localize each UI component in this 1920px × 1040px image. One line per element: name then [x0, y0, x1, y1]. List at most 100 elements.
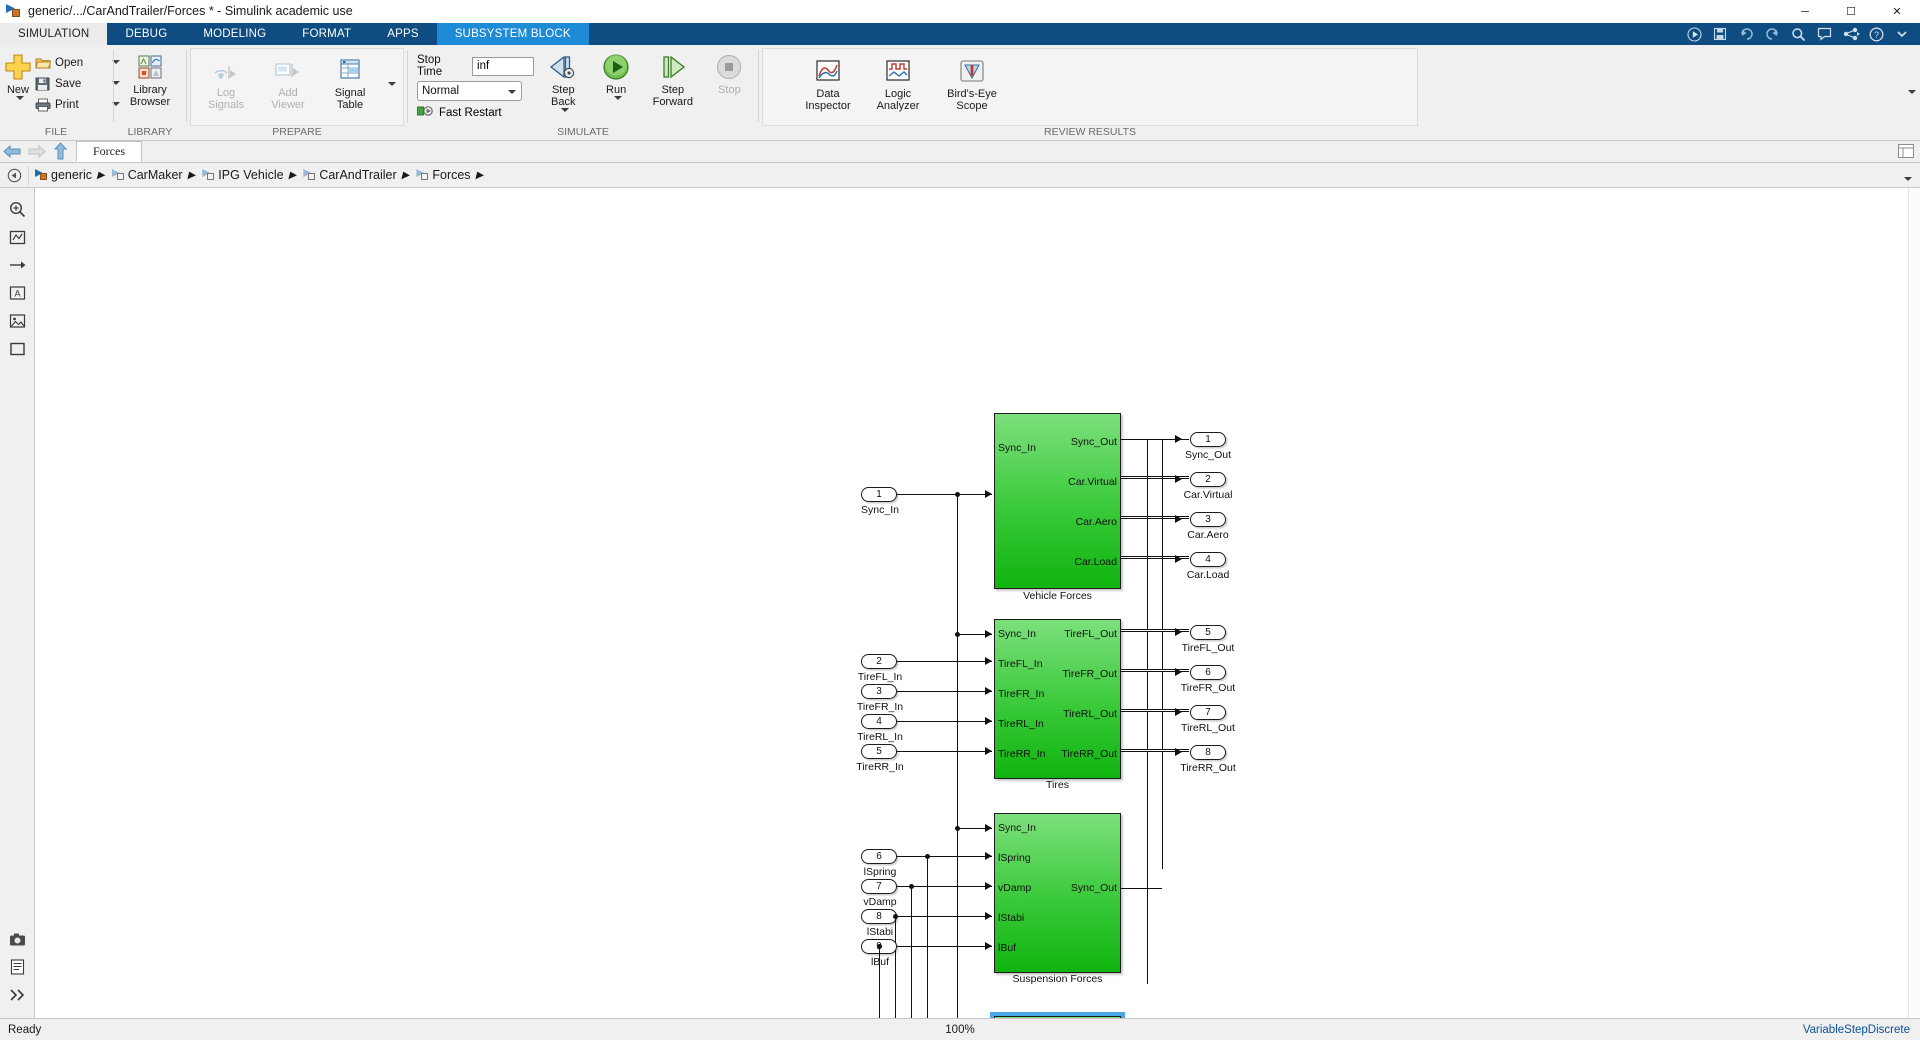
wire-arrow — [1175, 748, 1182, 756]
simulation-mode-caret-icon[interactable] — [508, 90, 516, 94]
expand-palette-icon[interactable] — [5, 982, 31, 1008]
breadcrumb-item-carandtrailer[interactable]: CarAndTrailer ▶ — [303, 168, 416, 182]
step-back-caret-icon[interactable] — [560, 108, 569, 112]
layout-options-icon[interactable] — [1898, 144, 1914, 163]
inport-2[interactable]: 2 — [861, 654, 897, 669]
share-icon[interactable] — [1843, 27, 1860, 42]
redo-icon[interactable] — [1765, 27, 1780, 42]
simulation-mode-select[interactable]: Normal — [417, 81, 522, 101]
tab-apps[interactable]: APPS — [369, 23, 436, 45]
breadcrumb-label-generic: generic — [51, 168, 92, 182]
fast-restart-label: Fast Restart — [439, 106, 502, 119]
print-button-label: Print — [55, 98, 79, 111]
zoom-fit-icon[interactable] — [4, 196, 30, 222]
inport-3[interactable]: 3 — [861, 684, 897, 699]
tab-modeling[interactable]: MODELING — [185, 23, 284, 45]
signal-table-button[interactable]: Signal Table — [319, 52, 381, 111]
svg-text:?: ? — [1874, 30, 1879, 40]
comment-icon[interactable] — [1817, 27, 1832, 42]
tab-simulation[interactable]: SIMULATION — [0, 23, 108, 45]
area-icon[interactable] — [4, 336, 30, 362]
image-icon[interactable] — [4, 308, 30, 334]
vertical-scrollbar[interactable] — [1908, 188, 1920, 1018]
minimize-ribbon-icon[interactable] — [1895, 27, 1910, 42]
model-canvas[interactable]: 1 Sync_In Sync_In Sync_Out Car.Virtual C… — [35, 188, 1920, 1018]
step-back-button[interactable]: Step Back — [534, 49, 593, 112]
data-inspector-button[interactable]: Data Inspector — [793, 53, 863, 112]
arrange-icon[interactable] — [4, 252, 30, 278]
outport-2[interactable]: 2 — [1190, 472, 1226, 487]
tab-subsystem-block[interactable]: SUBSYSTEM BLOCK — [436, 23, 589, 45]
outport-5[interactable]: 5 — [1190, 625, 1226, 640]
close-button[interactable]: ✕ — [1874, 0, 1920, 23]
inport-8[interactable]: 8 — [861, 909, 897, 924]
zoom-level[interactable]: 100% — [945, 1024, 974, 1036]
library-browser-button[interactable]: Library Browser — [119, 49, 181, 108]
breadcrumb-expand-caret-icon[interactable] — [1901, 170, 1912, 188]
maximize-button[interactable]: ☐ — [1828, 0, 1874, 23]
fast-restart-toggle[interactable]: Fast Restart — [417, 104, 534, 121]
fast-restart-icon — [417, 104, 434, 121]
breadcrumb-item-carmaker[interactable]: CarMaker ▶ — [111, 168, 203, 182]
breadcrumb-bar: generic ▶ CarMaker ▶ IPG Vehicle ▶ CarAn… — [0, 163, 1920, 188]
breadcrumb-sep-icon: ▶ — [187, 169, 196, 181]
simulink-logo-icon — [6, 4, 22, 18]
open-button[interactable]: Open — [34, 52, 120, 73]
inport-4[interactable]: 4 — [861, 714, 897, 729]
outport-8[interactable]: 8 — [1190, 745, 1226, 760]
annotation-icon[interactable]: A — [4, 280, 30, 306]
tab-format[interactable]: FORMAT — [284, 23, 369, 45]
wire-arrow — [985, 490, 992, 498]
block-suspension-forces[interactable]: Sync_In lSpring vDamp lStabi lBuf Sync_O… — [994, 813, 1121, 973]
block-vehicle-forces[interactable]: Sync_In Sync_Out Car.Virtual Car.Aero Ca… — [994, 413, 1121, 589]
search-icon[interactable] — [1791, 27, 1806, 42]
block-tires[interactable]: Sync_In TireFL_In TireFR_In TireRL_In Ti… — [994, 619, 1121, 779]
wire-arrow — [985, 824, 992, 832]
save-quick-icon[interactable] — [1713, 27, 1728, 42]
step-forward-button[interactable]: Step Forward — [640, 49, 706, 108]
breadcrumb-back-icon[interactable] — [0, 168, 28, 183]
tab-debug[interactable]: DEBUG — [107, 23, 185, 45]
inport-5[interactable]: 5 — [861, 744, 897, 759]
wire — [879, 946, 880, 1018]
camera-icon[interactable] — [5, 926, 31, 952]
breadcrumb-item-forces[interactable]: Forces ▶ — [416, 168, 490, 182]
solver-status[interactable]: VariableStepDiscrete — [1803, 1024, 1910, 1036]
run-button[interactable]: Run — [593, 49, 640, 100]
outport-1[interactable]: 1 — [1190, 432, 1226, 447]
zoom-region-icon[interactable] — [4, 224, 30, 250]
nav-up-icon[interactable] — [48, 141, 72, 163]
birds-eye-scope-button[interactable]: Bird's-Eye Scope — [933, 53, 1011, 112]
nav-back-icon[interactable] — [0, 141, 24, 163]
library-browser-icon — [137, 52, 163, 82]
outport-7[interactable]: 7 — [1190, 705, 1226, 720]
help-icon[interactable]: ? — [1869, 27, 1884, 42]
ribbon-group-file: New Open Save Print FILE — [0, 45, 120, 141]
minimize-button[interactable]: ─ — [1782, 0, 1828, 23]
inport-6[interactable]: 6 — [861, 849, 897, 864]
inport-7[interactable]: 7 — [861, 879, 897, 894]
model-tab-forces[interactable]: Forces — [76, 141, 142, 162]
undo-icon[interactable] — [1739, 27, 1754, 42]
outport-6[interactable]: 6 — [1190, 665, 1226, 680]
notes-icon[interactable] — [5, 954, 31, 980]
outport-4[interactable]: 4 — [1190, 552, 1226, 567]
new-button[interactable]: New — [4, 49, 32, 100]
ribbon-divider-3 — [407, 50, 408, 122]
nav-forward-icon — [24, 141, 48, 163]
breadcrumb-item-generic[interactable]: generic ▶ — [35, 168, 112, 182]
block-port-label: Car.Aero — [1075, 516, 1117, 528]
breadcrumb-item-ipg-vehicle[interactable]: IPG Vehicle ▶ — [202, 168, 303, 182]
stop-time-input[interactable] — [472, 56, 535, 76]
prepare-overflow-caret-icon[interactable] — [388, 82, 396, 86]
logic-analyzer-button[interactable]: Logic Analyzer — [863, 53, 933, 112]
new-caret-icon[interactable] — [15, 96, 24, 100]
save-button[interactable]: Save — [34, 73, 120, 94]
inport-1[interactable]: 1 — [861, 487, 897, 502]
print-button[interactable]: Print — [34, 94, 120, 115]
run-caret-icon[interactable] — [613, 96, 622, 100]
outport-3[interactable]: 3 — [1190, 512, 1226, 527]
ribbon-expand-caret-icon[interactable] — [1905, 83, 1916, 101]
run-quick-icon[interactable] — [1687, 26, 1702, 42]
new-button-label: New — [6, 84, 29, 96]
